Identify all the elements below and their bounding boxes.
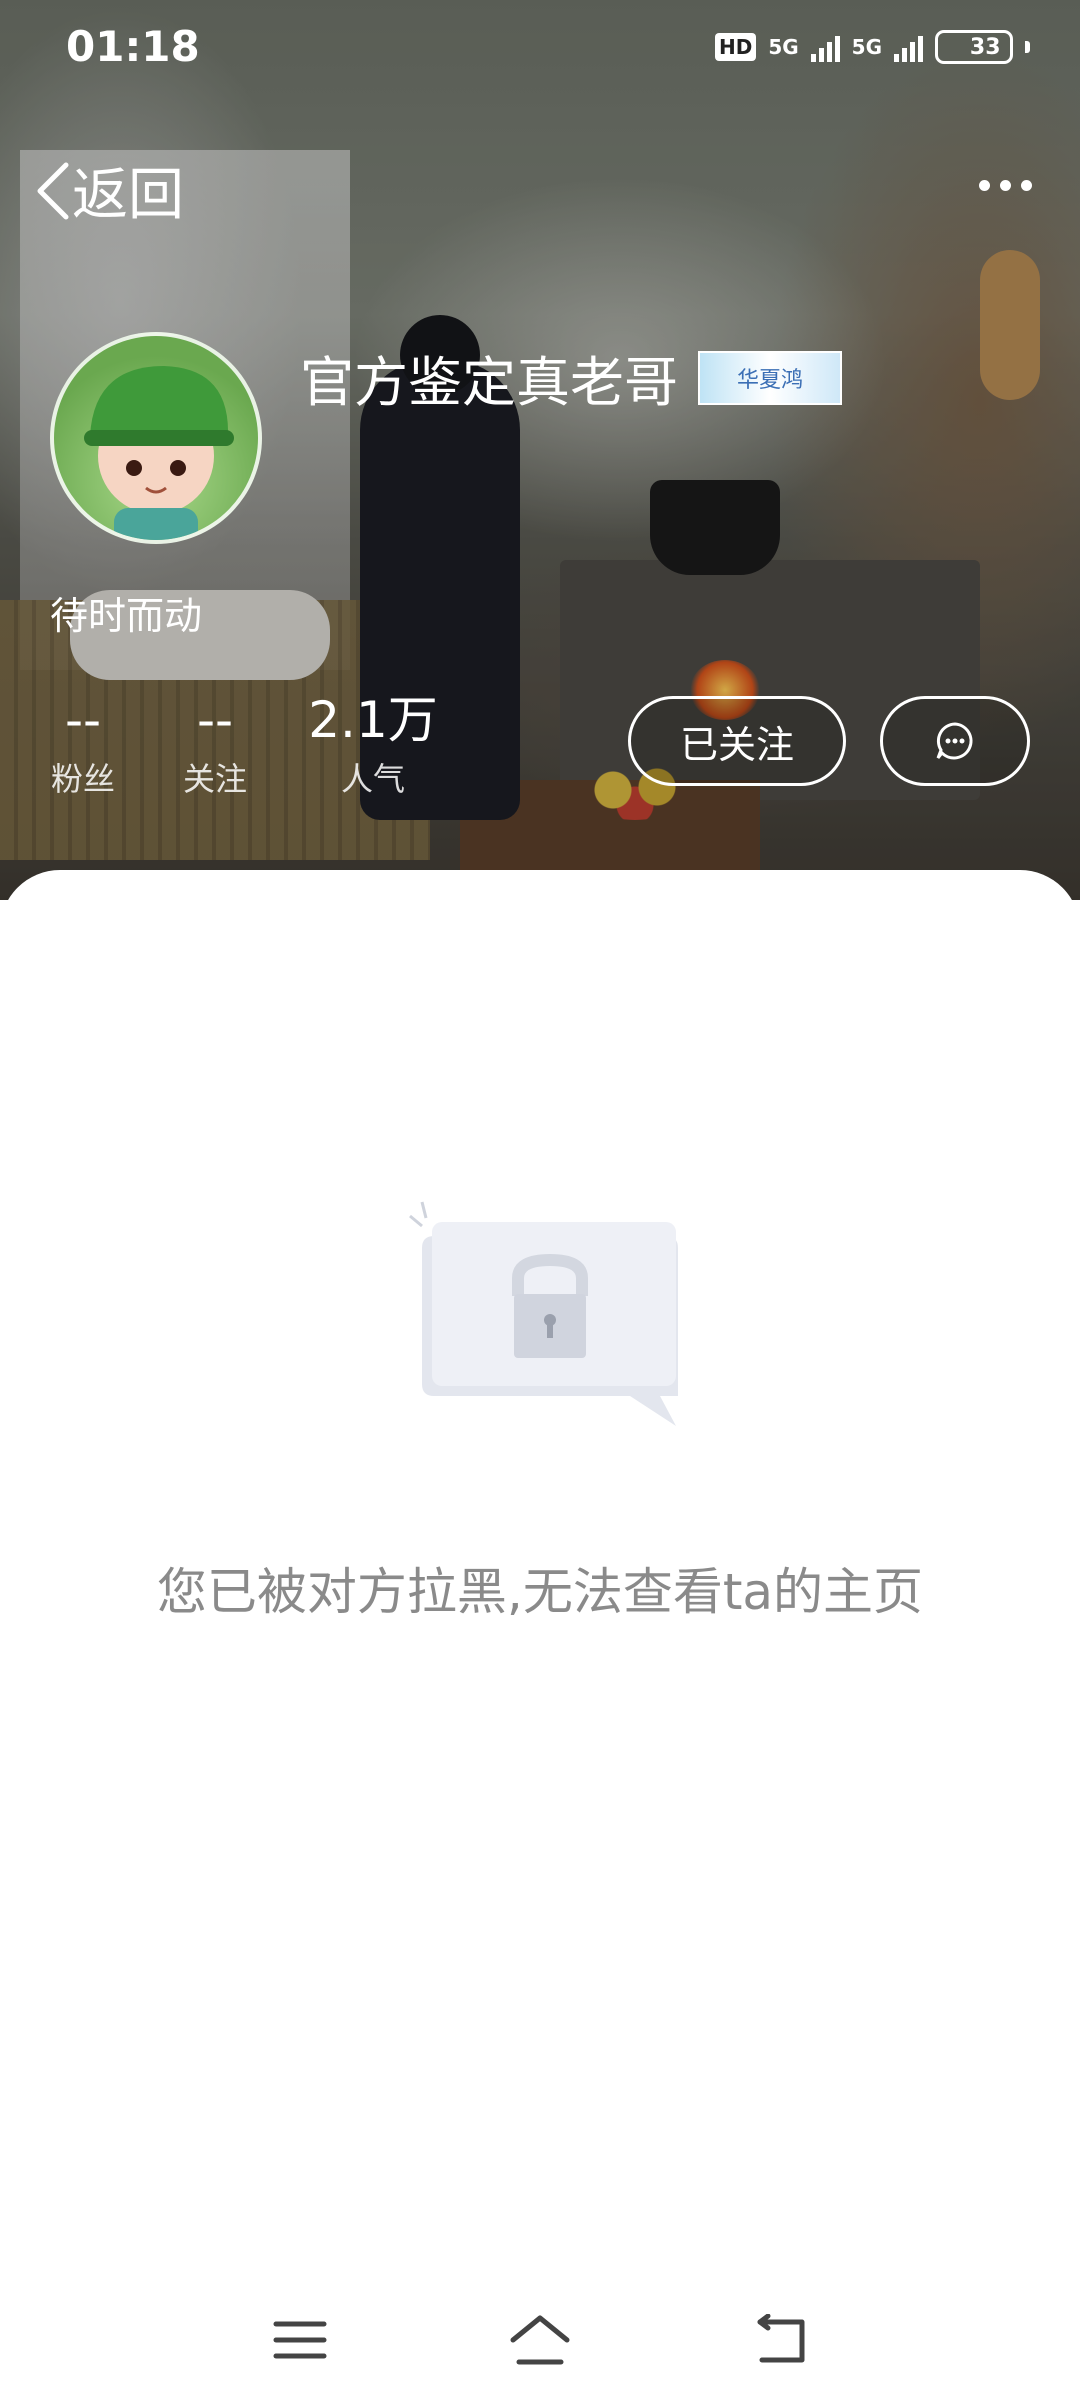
stat-fans[interactable]: -- 粉丝 — [50, 690, 116, 800]
signal-icon-2 — [894, 32, 923, 62]
network-label-2: 5G — [851, 35, 882, 59]
battery-level: 33 — [969, 34, 1001, 60]
system-nav-bar — [0, 2280, 1080, 2400]
profile-content — [0, 870, 1080, 2400]
stat-following[interactable]: -- 关注 — [182, 690, 248, 800]
avatar-image — [84, 366, 234, 540]
avatar[interactable] — [50, 332, 262, 544]
stat-value: 2.1万 — [308, 691, 438, 749]
following-button[interactable]: 已关注 — [628, 696, 846, 786]
home-icon[interactable] — [500, 2300, 580, 2380]
signal-icon — [810, 32, 840, 62]
battery-icon: 33 — [935, 30, 1013, 64]
network-label-1: 5G — [768, 35, 799, 59]
stat-label: 关注 — [182, 760, 247, 798]
stat-label: 粉丝 — [50, 760, 115, 798]
lock-chat-icon — [409, 1201, 678, 1426]
following-label: 已关注 — [679, 722, 794, 767]
hd-icon: HD — [714, 33, 757, 61]
chat-bubble-icon — [936, 722, 973, 760]
back-icon[interactable] — [740, 2300, 820, 2380]
message-button[interactable] — [880, 696, 1030, 786]
stat-popularity: 2.1万 人气 — [308, 690, 438, 800]
user-bio: 待时而动 — [50, 594, 203, 638]
back-label: 返回 — [72, 163, 184, 228]
battery-tip — [1025, 41, 1030, 53]
blocked-message: 您已被对方拉黑,无法查看ta的主页 — [156, 1563, 924, 1621]
badge-text: 华夏鸿 — [736, 367, 803, 393]
chevron-left-icon — [37, 162, 69, 219]
user-name-row: 官方鉴定真老哥 华夏鸿 — [300, 338, 842, 417]
back-button[interactable]: 返回 — [32, 150, 184, 231]
more-dots-icon[interactable] — [970, 150, 1040, 220]
stat-value: -- — [64, 691, 102, 749]
status-time: 01:18 — [66, 22, 200, 71]
status-bar: 01:18 HD 5G 5G 33 — [0, 0, 1080, 100]
stat-value: -- — [196, 691, 234, 749]
user-badge[interactable]: 华夏鸿 — [698, 350, 842, 405]
status-icons: HD 5G 5G 33 — [714, 30, 1030, 64]
menu-icon[interactable] — [260, 2300, 340, 2380]
stat-label: 人气 — [340, 760, 405, 798]
user-name: 官方鉴定真老哥 — [300, 351, 678, 414]
